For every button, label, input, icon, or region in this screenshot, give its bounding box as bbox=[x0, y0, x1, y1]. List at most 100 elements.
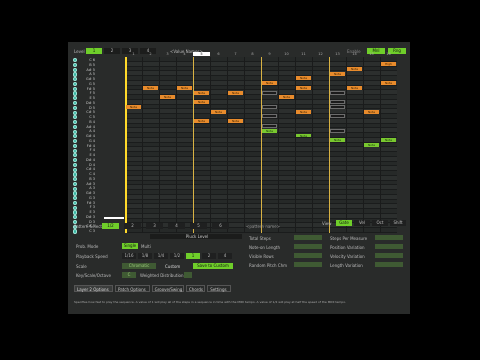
note-cell[interactable] bbox=[330, 114, 345, 119]
column-header[interactable]: 14 bbox=[346, 52, 363, 56]
note-grid[interactable]: High Note Note Note Note Note Note Note Note Note… bbox=[125, 57, 397, 233]
speed-button[interactable]: 2 bbox=[202, 253, 216, 259]
row-enable-toggle[interactable] bbox=[73, 101, 78, 106]
save-to-custom-button[interactable]: Save to Custom bbox=[193, 263, 233, 269]
note-cell[interactable]: Note bbox=[262, 81, 277, 86]
row-enable-toggle[interactable] bbox=[73, 62, 78, 68]
mid-param-value[interactable] bbox=[294, 253, 322, 258]
note-cell[interactable]: Note bbox=[381, 81, 396, 86]
speed-button[interactable]: 1/2 bbox=[170, 253, 184, 259]
pattern-button-1[interactable]: 1/2 bbox=[102, 223, 119, 229]
note-cell[interactable]: Note bbox=[228, 119, 243, 124]
note-cell[interactable]: Note bbox=[330, 138, 345, 143]
column-header[interactable]: 1 bbox=[125, 52, 142, 56]
speed-button[interactable]: 1/8 bbox=[138, 253, 152, 259]
row-enable-toggle[interactable] bbox=[73, 229, 78, 234]
note-cell[interactable] bbox=[330, 100, 345, 105]
note-cell[interactable]: Note bbox=[279, 95, 294, 100]
row-enable-toggle[interactable] bbox=[73, 58, 78, 63]
weighted-distribution[interactable]: Weighted Distribution bbox=[140, 273, 184, 278]
column-header[interactable]: 11 bbox=[295, 52, 312, 56]
custom-scale[interactable]: Custom bbox=[165, 264, 180, 269]
note-cell[interactable]: Note bbox=[194, 100, 209, 105]
right-param-value[interactable] bbox=[375, 253, 403, 258]
row-enable-toggle[interactable] bbox=[73, 196, 78, 201]
tab-layer-2-options[interactable]: Layer 2 Options bbox=[74, 285, 113, 292]
row-enable-toggle[interactable] bbox=[73, 205, 78, 210]
note-cell[interactable]: Note bbox=[330, 71, 345, 76]
tab-settings[interactable]: Settings bbox=[207, 285, 231, 292]
row-enable-toggle[interactable] bbox=[73, 77, 78, 82]
row-enable-toggle[interactable] bbox=[73, 86, 78, 91]
note-cell[interactable]: Note bbox=[296, 109, 311, 114]
note-cell[interactable] bbox=[330, 90, 345, 95]
mid-param-value[interactable] bbox=[294, 262, 322, 267]
note-cell[interactable]: Note bbox=[194, 90, 209, 95]
pattern-button-2[interactable]: 2 bbox=[124, 223, 141, 229]
row-enable-toggle[interactable] bbox=[73, 148, 78, 153]
row-enable-toggle[interactable] bbox=[73, 200, 78, 206]
note-cell[interactable]: Note bbox=[143, 85, 158, 90]
note-cell[interactable]: High bbox=[381, 62, 396, 67]
row-enable-toggle[interactable] bbox=[73, 120, 78, 125]
view-button-shift[interactable]: Shift bbox=[390, 220, 406, 226]
view-button-oct[interactable]: Oct bbox=[372, 220, 388, 226]
note-cell[interactable] bbox=[262, 114, 277, 119]
mid-param-value[interactable] bbox=[294, 235, 322, 240]
speed-button[interactable]: 4 bbox=[218, 253, 232, 259]
note-cell[interactable]: Note bbox=[262, 128, 277, 133]
note-cell[interactable]: Note bbox=[296, 85, 311, 90]
column-header[interactable]: 6 bbox=[210, 52, 227, 56]
view-button-gate[interactable]: Gate bbox=[336, 220, 352, 226]
prob-multi-button[interactable]: Multi bbox=[141, 244, 151, 249]
note-cell[interactable]: Note bbox=[211, 109, 226, 114]
pattern-button-6[interactable]: 6 bbox=[212, 223, 229, 229]
row-enable-toggle[interactable] bbox=[73, 158, 78, 163]
weighted-toggle[interactable] bbox=[184, 272, 192, 278]
note-cell[interactable] bbox=[262, 123, 277, 128]
row-enable-toggle[interactable] bbox=[73, 215, 78, 220]
column-header[interactable]: 8 bbox=[244, 52, 261, 56]
column-header[interactable]: 10 bbox=[278, 52, 295, 56]
note-cell[interactable] bbox=[330, 104, 345, 109]
note-cell[interactable] bbox=[330, 128, 345, 133]
right-param-value[interactable] bbox=[375, 262, 403, 267]
note-cell[interactable]: Note bbox=[364, 109, 379, 114]
row-enable-toggle[interactable] bbox=[73, 172, 78, 177]
note-cell[interactable]: Note bbox=[177, 85, 192, 90]
column-header[interactable]: 13 bbox=[329, 52, 346, 56]
row-enable-toggle[interactable] bbox=[73, 110, 78, 115]
column-header[interactable]: 7 bbox=[227, 52, 244, 56]
key-select[interactable]: C bbox=[122, 272, 136, 278]
pattern-name[interactable]: <pattern name> bbox=[246, 224, 280, 229]
row-enable-toggle[interactable] bbox=[73, 181, 78, 187]
column-header[interactable]: 9 bbox=[261, 52, 278, 56]
row-enable-toggle[interactable] bbox=[73, 143, 78, 148]
note-cell[interactable]: Note bbox=[347, 66, 362, 71]
note-cell[interactable]: Note bbox=[228, 90, 243, 95]
note-cell[interactable]: Note bbox=[194, 119, 209, 124]
row-enable-toggle[interactable] bbox=[73, 91, 78, 96]
right-param-value[interactable] bbox=[375, 244, 403, 249]
column-header[interactable]: 3 bbox=[159, 52, 176, 56]
note-cell[interactable]: Note bbox=[296, 133, 311, 138]
row-enable-toggle[interactable] bbox=[73, 72, 78, 77]
mid-param-value[interactable] bbox=[294, 244, 322, 249]
prob-single-button[interactable]: Single bbox=[122, 243, 138, 249]
column-header[interactable]: 12 bbox=[312, 52, 329, 56]
row-enable-toggle[interactable] bbox=[73, 186, 78, 191]
row-enable-toggle[interactable] bbox=[73, 115, 78, 120]
tab-chords[interactable]: Chords bbox=[186, 285, 206, 292]
note-cell[interactable]: Note bbox=[160, 95, 175, 100]
row-enable-toggle[interactable] bbox=[73, 124, 78, 129]
column-header[interactable]: 16 bbox=[380, 52, 397, 56]
note-cell[interactable]: Note bbox=[347, 85, 362, 90]
level-tab-2[interactable]: 2 bbox=[104, 48, 120, 54]
level-tab-1[interactable]: 1 bbox=[86, 48, 102, 54]
row-enable-toggle[interactable] bbox=[73, 81, 78, 87]
note-cell[interactable] bbox=[262, 90, 277, 95]
pattern-button-4[interactable]: 4 bbox=[168, 223, 185, 229]
speed-button[interactable]: 1/16 bbox=[122, 253, 136, 259]
row-enable-toggle[interactable] bbox=[73, 177, 78, 182]
row-enable-toggle[interactable] bbox=[73, 134, 78, 139]
